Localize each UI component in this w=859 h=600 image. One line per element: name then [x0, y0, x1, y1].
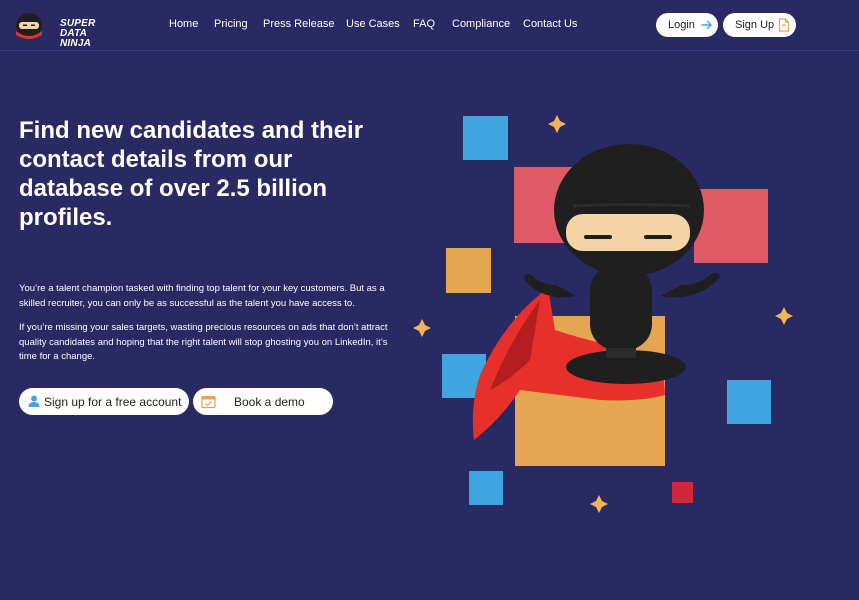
nav-link-faq[interactable]: FAQ: [413, 18, 435, 30]
hero-headline: Find new candidates and their contact de…: [19, 117, 364, 231]
blue-square-decoration: [727, 380, 771, 424]
arrow-right-icon: [701, 20, 712, 30]
hero-paragraph-2: If you’re missing your sales targets, wa…: [19, 322, 388, 362]
sparkle-icon: [590, 495, 608, 513]
ninja-head: [554, 144, 704, 276]
signup-free-account-label: Sign up for a free account: [44, 394, 182, 409]
nav-link-press-release[interactable]: Press Release: [263, 18, 335, 30]
navbar: SUPER DATA NINJA Home Pricing Press Rele…: [0, 0, 859, 51]
sparkle-icon: [413, 319, 431, 337]
signup-label: Sign Up: [735, 19, 775, 31]
signup-button[interactable]: Sign Up: [723, 13, 796, 37]
user-icon: [28, 395, 40, 407]
nav-link-pricing[interactable]: Pricing: [214, 18, 248, 30]
document-icon: [778, 18, 790, 32]
ninja-hero-illustration: [413, 115, 793, 513]
blue-square-decoration: [469, 471, 503, 505]
book-demo-button[interactable]: Book a demo: [193, 388, 333, 415]
orange-square-decoration: [446, 248, 491, 293]
nav-link-compliance[interactable]: Compliance: [452, 18, 510, 30]
nav-link-contact-us[interactable]: Contact Us: [523, 18, 577, 30]
login-button[interactable]: Login: [656, 13, 718, 37]
blue-square-decoration: [463, 116, 508, 160]
signup-free-account-button[interactable]: Sign up for a free account: [19, 388, 189, 415]
ninja-face: [566, 214, 690, 251]
sparkle-icon: [548, 115, 566, 133]
nav-link-use-cases[interactable]: Use Cases: [346, 18, 400, 30]
book-demo-label: Book a demo: [234, 394, 305, 409]
nav-link-home[interactable]: Home: [169, 18, 198, 30]
dark-red-square-decoration: [672, 482, 693, 503]
sparkle-icon: [775, 307, 793, 325]
calendar-icon: [201, 395, 216, 409]
hero-paragraph-1: You’re a talent champion tasked with fin…: [19, 283, 385, 309]
brand-line-3: NINJA: [60, 38, 92, 49]
red-square-decoration: [694, 189, 768, 263]
login-label: Login: [668, 19, 695, 31]
